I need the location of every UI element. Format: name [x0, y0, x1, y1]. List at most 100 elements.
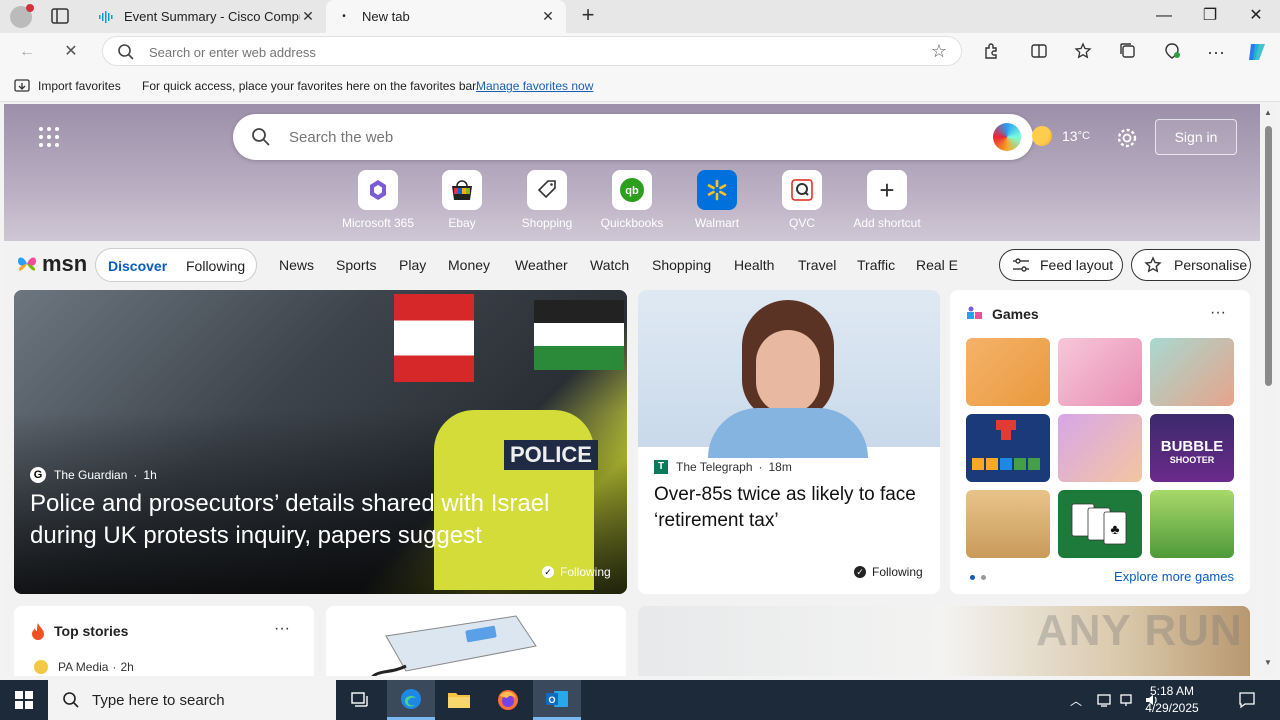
feed-layout-button[interactable]: Feed layout	[999, 249, 1123, 281]
game-tile[interactable]: BUBBLE SHOOTER	[1150, 414, 1234, 482]
tab-new-tab[interactable]: • New tab ✕	[326, 0, 566, 33]
main-story-card[interactable]: POLICE G The Guardian · 1h Police and pr…	[14, 290, 627, 594]
following-badge[interactable]: ✓ Following	[542, 565, 611, 579]
telegraph-story-card[interactable]: T The Telegraph · 18m Over-85s twice as …	[638, 290, 940, 594]
nav-link-real-estate[interactable]: Real E	[916, 257, 958, 273]
game-tile[interactable]	[1058, 414, 1142, 482]
shortcut-walmart[interactable]: Walmart	[677, 170, 757, 230]
nav-link-money[interactable]: Money	[448, 257, 490, 273]
shortcut-quickbooks[interactable]: qb Quickbooks	[592, 170, 672, 230]
settings-more-button[interactable]: ···	[1203, 39, 1229, 65]
web-search-input[interactable]	[289, 126, 939, 148]
taskbar-search-box[interactable]: Type here to search	[48, 680, 336, 720]
weather-widget[interactable]: 13 °C	[1032, 126, 1090, 146]
taskbar-firefox-button[interactable]	[484, 680, 532, 720]
windows-start-icon[interactable]	[0, 680, 48, 720]
copilot-icon[interactable]	[1245, 40, 1269, 64]
address-bar[interactable]: ☆	[102, 36, 962, 66]
taskbar-edge-button[interactable]	[387, 680, 435, 720]
shortcut-shopping[interactable]: Shopping	[507, 170, 587, 230]
favorites-icon[interactable]	[1074, 42, 1094, 60]
shortcut-label: Microsoft 365	[341, 216, 415, 230]
more-options-icon[interactable]: ···	[274, 620, 290, 638]
personalise-button[interactable]: Personalise	[1131, 249, 1251, 281]
carousel-dot[interactable]	[970, 575, 975, 580]
tab-event-summary[interactable]: Event Summary - Cisco Compute ✕	[88, 0, 326, 33]
collections-icon[interactable]	[1119, 42, 1137, 60]
segment-following[interactable]: Following	[186, 258, 245, 274]
nav-link-play[interactable]: Play	[399, 257, 426, 273]
new-tab-button[interactable]: +	[576, 4, 600, 28]
check-icon: ✓	[854, 566, 866, 578]
segment-discover[interactable]: Discover	[108, 258, 167, 274]
copilot-search-icon[interactable]	[993, 123, 1021, 151]
game-tile[interactable]	[966, 414, 1050, 482]
scrollbar-thumb[interactable]	[1265, 126, 1272, 386]
nav-link-sports[interactable]: Sports	[336, 257, 376, 273]
game-tile[interactable]	[966, 490, 1050, 558]
following-label: Following	[560, 565, 611, 579]
explore-more-games-link[interactable]: Explore more games	[1114, 569, 1234, 584]
game-tile[interactable]	[1058, 338, 1142, 406]
favorite-star-icon[interactable]: ☆	[931, 41, 947, 62]
web-search-box[interactable]	[233, 114, 1033, 160]
minimize-button[interactable]: —	[1141, 0, 1187, 33]
following-badge[interactable]: ✓ Following	[854, 565, 923, 579]
address-input[interactable]	[149, 41, 909, 63]
game-tile[interactable]	[1150, 338, 1234, 406]
nav-link-travel[interactable]: Travel	[798, 257, 836, 273]
scroll-up-arrow-icon[interactable]: ▲	[1264, 108, 1272, 117]
game-tile[interactable]	[1150, 490, 1234, 558]
profile-avatar[interactable]	[10, 4, 34, 28]
shortcut-microsoft365[interactable]: Microsoft 365	[338, 170, 418, 230]
browser-essentials-icon[interactable]	[1163, 42, 1181, 60]
extensions-icon[interactable]	[982, 42, 1000, 60]
close-window-button[interactable]: ✕	[1233, 0, 1279, 33]
nav-link-traffic[interactable]: Traffic	[857, 257, 895, 273]
restore-button[interactable]: ❐	[1187, 0, 1233, 33]
story-source: G The Guardian · 1h	[30, 467, 157, 483]
bubble-shooter-subtitle: SHOOTER	[1169, 455, 1215, 465]
shortcut-label: Shopping	[521, 216, 573, 230]
taskbar-clock[interactable]: 5:18 AM 4/29/2025	[1130, 683, 1214, 717]
import-favorites-button[interactable]: Import favorites	[14, 78, 121, 94]
manage-favorites-link[interactable]: Manage favorites now	[476, 79, 593, 93]
taskbar-file-explorer-button[interactable]	[435, 680, 483, 720]
stop-loading-button[interactable]: ✕	[58, 39, 84, 65]
nav-link-shopping[interactable]: Shopping	[652, 257, 711, 273]
page-settings-icon[interactable]	[1116, 127, 1138, 149]
outlook-icon: O	[546, 690, 568, 707]
game-tile[interactable]: ♣	[1058, 490, 1142, 558]
close-tab-icon[interactable]: ✕	[540, 8, 556, 25]
notifications-icon[interactable]	[1238, 691, 1256, 709]
app-launcher-icon[interactable]	[38, 126, 60, 148]
msn-logo[interactable]: msn	[16, 251, 87, 277]
product-card[interactable]	[326, 606, 626, 676]
split-screen-icon[interactable]	[1030, 42, 1048, 60]
more-options-icon[interactable]: ···	[1210, 304, 1226, 322]
add-shortcut-button[interactable]: + Add shortcut	[847, 170, 927, 230]
cisco-icon	[99, 10, 113, 23]
nav-link-health[interactable]: Health	[734, 257, 774, 273]
nav-link-weather[interactable]: Weather	[515, 257, 568, 273]
windows-taskbar: Type here to search O ︿ 5:18 AM 4/29/202…	[0, 680, 1280, 720]
sign-in-button[interactable]: Sign in	[1155, 119, 1237, 155]
device-icon[interactable]	[1096, 692, 1112, 708]
scroll-down-arrow-icon[interactable]: ▼	[1264, 658, 1272, 667]
taskbar-outlook-button[interactable]: O	[533, 680, 581, 720]
shortcut-qvc[interactable]: QVC	[762, 170, 842, 230]
nav-link-news[interactable]: News	[279, 257, 314, 273]
tab-actions-icon[interactable]	[50, 7, 70, 25]
nav-link-watch[interactable]: Watch	[590, 257, 629, 273]
source-name: PA Media	[58, 660, 109, 674]
task-view-button[interactable]	[336, 680, 384, 720]
carousel-dot[interactable]	[981, 575, 986, 580]
page-scrollbar[interactable]: ▲ ▼	[1262, 104, 1276, 676]
story-headline[interactable]: Police and prosecutors’ details shared w…	[30, 488, 590, 552]
story-headline[interactable]: Over-85s twice as likely to face ‘retire…	[654, 482, 924, 534]
show-hidden-icons-icon[interactable]: ︿	[1070, 692, 1082, 709]
back-button[interactable]: ←	[14, 39, 40, 65]
close-tab-icon[interactable]: ✕	[300, 8, 316, 25]
shortcut-ebay[interactable]: Ebay	[422, 170, 502, 230]
game-tile[interactable]	[966, 338, 1050, 406]
